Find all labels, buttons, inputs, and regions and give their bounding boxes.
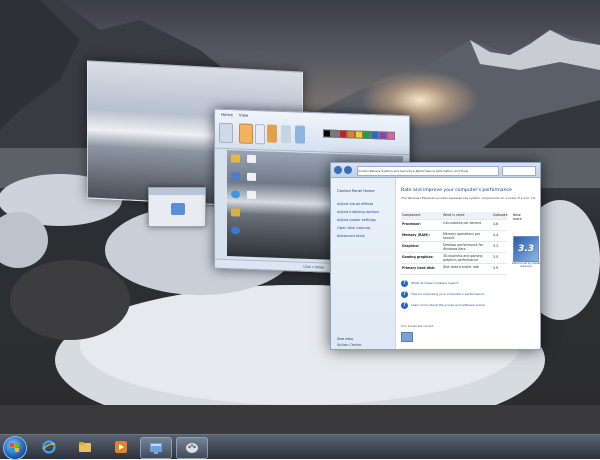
media-player-icon: [115, 441, 127, 453]
color-swatch-black[interactable]: [323, 129, 331, 138]
taskbar: [0, 434, 600, 460]
start-button[interactable]: [3, 436, 27, 460]
address-bar[interactable]: Control Panel ▸ System and Security ▸ Pe…: [357, 166, 499, 176]
color-swatch-blue[interactable]: [371, 131, 379, 140]
taskbar-media-player[interactable]: [106, 437, 136, 457]
control-panel-icon: [150, 443, 162, 454]
row-rated: Desktop performance for Windows Aero: [443, 243, 483, 251]
crop-icon[interactable]: [255, 124, 265, 145]
ie-icon: [231, 226, 240, 235]
row-score: 3.5: [493, 255, 499, 259]
column-header: Subscore: [493, 213, 508, 217]
table-row: Memory (RAM): Memory operations per seco…: [401, 231, 507, 242]
document-icon: [247, 154, 256, 164]
base-score-caption: Determined by lowest subscore: [511, 262, 541, 268]
folder-icon: [79, 442, 91, 452]
row-component: Memory (RAM):: [402, 233, 430, 237]
table-row: Processor: Calculations per second 4.6: [401, 220, 507, 231]
globe-icon: [231, 190, 240, 199]
computer-icon: [171, 203, 185, 215]
paint-tabs: Home View: [221, 112, 248, 118]
taskbar-control-panel[interactable]: [140, 437, 172, 459]
paint-ribbon: Home View: [215, 109, 409, 156]
paint-tab-view[interactable]: View: [239, 112, 249, 117]
folder-icon: [231, 208, 240, 217]
row-rated: Memory operations per second: [443, 232, 481, 240]
forward-button[interactable]: [344, 166, 352, 174]
help-link-label[interactable]: Learn more about the scores and software…: [411, 303, 507, 307]
paint-image-size: 1200 × 900px: [303, 264, 325, 270]
row-score: 4.6: [493, 222, 499, 226]
column-header: Component: [402, 213, 421, 217]
small-window-titlebar: [149, 188, 205, 195]
page-title: Rate and improve your computer's perform…: [401, 188, 512, 193]
folder-icon: [231, 154, 240, 163]
score-status: Your scores are current: [401, 324, 434, 328]
color-swatch-orange[interactable]: [347, 130, 355, 139]
color-swatch-pink[interactable]: [387, 131, 395, 140]
help-icon: ?: [401, 291, 408, 298]
table-row: Graphics: Desktop performance for Window…: [401, 242, 507, 253]
back-button[interactable]: [334, 166, 342, 174]
row-component: Processor:: [402, 222, 421, 226]
shapes-icon[interactable]: [295, 125, 305, 144]
row-rated: Calculations per second: [443, 221, 482, 225]
color-swatch-purple[interactable]: [379, 131, 387, 140]
brush-icon[interactable]: [281, 124, 291, 144]
document-icon: [247, 190, 256, 200]
select-tool-icon[interactable]: [239, 123, 253, 144]
sidebar-link-power[interactable]: Adjust power settings: [337, 218, 376, 222]
document-icon: [247, 172, 256, 182]
help-link-label[interactable]: What do these numbers mean?: [411, 281, 507, 285]
help-icon: ?: [401, 280, 408, 287]
performance-titlebar: Control Panel ▸ System and Security ▸ Pe…: [331, 163, 540, 178]
performance-window[interactable]: Control Panel ▸ System and Security ▸ Pe…: [330, 162, 541, 350]
performance-main: Rate and improve your computer's perform…: [397, 178, 541, 349]
taskbar-paint[interactable]: [176, 437, 208, 459]
column-header: What is rated: [443, 213, 465, 217]
sidebar-link-indexing[interactable]: Adjust indexing options: [337, 210, 379, 214]
base-score-badge: 3.3: [513, 236, 539, 262]
row-component: Graphics:: [402, 244, 420, 248]
taskbar-windows-explorer[interactable]: [70, 437, 100, 457]
sidebar-see-also: See also: [337, 336, 353, 341]
computer-icon: [231, 172, 240, 181]
ie-icon: [42, 440, 56, 454]
paste-icon[interactable]: [219, 122, 233, 144]
row-score: 5.9: [493, 266, 499, 270]
row-component: Primary hard disk:: [402, 266, 436, 270]
color-swatch-green[interactable]: [363, 130, 371, 140]
sidebar-link-action-center[interactable]: Action Center: [337, 343, 362, 347]
table-row: Gaming graphics: 3D business and gaming …: [401, 253, 507, 264]
row-score: 4.4: [493, 233, 499, 237]
color-swatch-yellow[interactable]: [355, 130, 363, 139]
computer-icon: [401, 332, 413, 342]
color-swatch-red[interactable]: [339, 129, 347, 139]
table-row: Primary hard disk: Disk data transfer ra…: [401, 264, 507, 275]
column-header: Base score: [513, 213, 522, 221]
sidebar-heading[interactable]: Control Panel Home: [337, 188, 375, 193]
paint-tab-home[interactable]: Home: [221, 112, 233, 117]
help-link-label[interactable]: Tips for improving your computer's perfo…: [411, 292, 507, 296]
table-header: Component What is rated Subscore Base sc…: [401, 212, 522, 221]
row-score: 3.3: [493, 244, 499, 248]
windows-logo-icon: [10, 443, 20, 453]
page-subtitle: The Windows Experience Index assesses ke…: [401, 196, 536, 200]
row-rated: 3D business and gaming graphics performa…: [443, 254, 483, 262]
sidebar-link-advanced-tools[interactable]: Advanced tools: [337, 234, 365, 238]
small-window[interactable]: [148, 187, 206, 227]
row-rated: Disk data transfer rate: [443, 265, 480, 269]
taskbar-internet-explorer[interactable]: [34, 437, 64, 457]
sidebar-link-visual-effects[interactable]: Adjust visual effects: [337, 202, 373, 206]
help-icon: ?: [401, 302, 408, 309]
pencil-icon[interactable]: [267, 124, 277, 143]
sidebar-link-disk-cleanup[interactable]: Open disk cleanup: [337, 226, 370, 230]
color-swatch-gray[interactable]: [331, 129, 339, 138]
row-component: Gaming graphics:: [402, 255, 434, 259]
performance-sidebar: Control Panel Home Adjust visual effects…: [331, 178, 396, 349]
paint-icon: [186, 443, 198, 453]
search-input[interactable]: [502, 166, 536, 176]
